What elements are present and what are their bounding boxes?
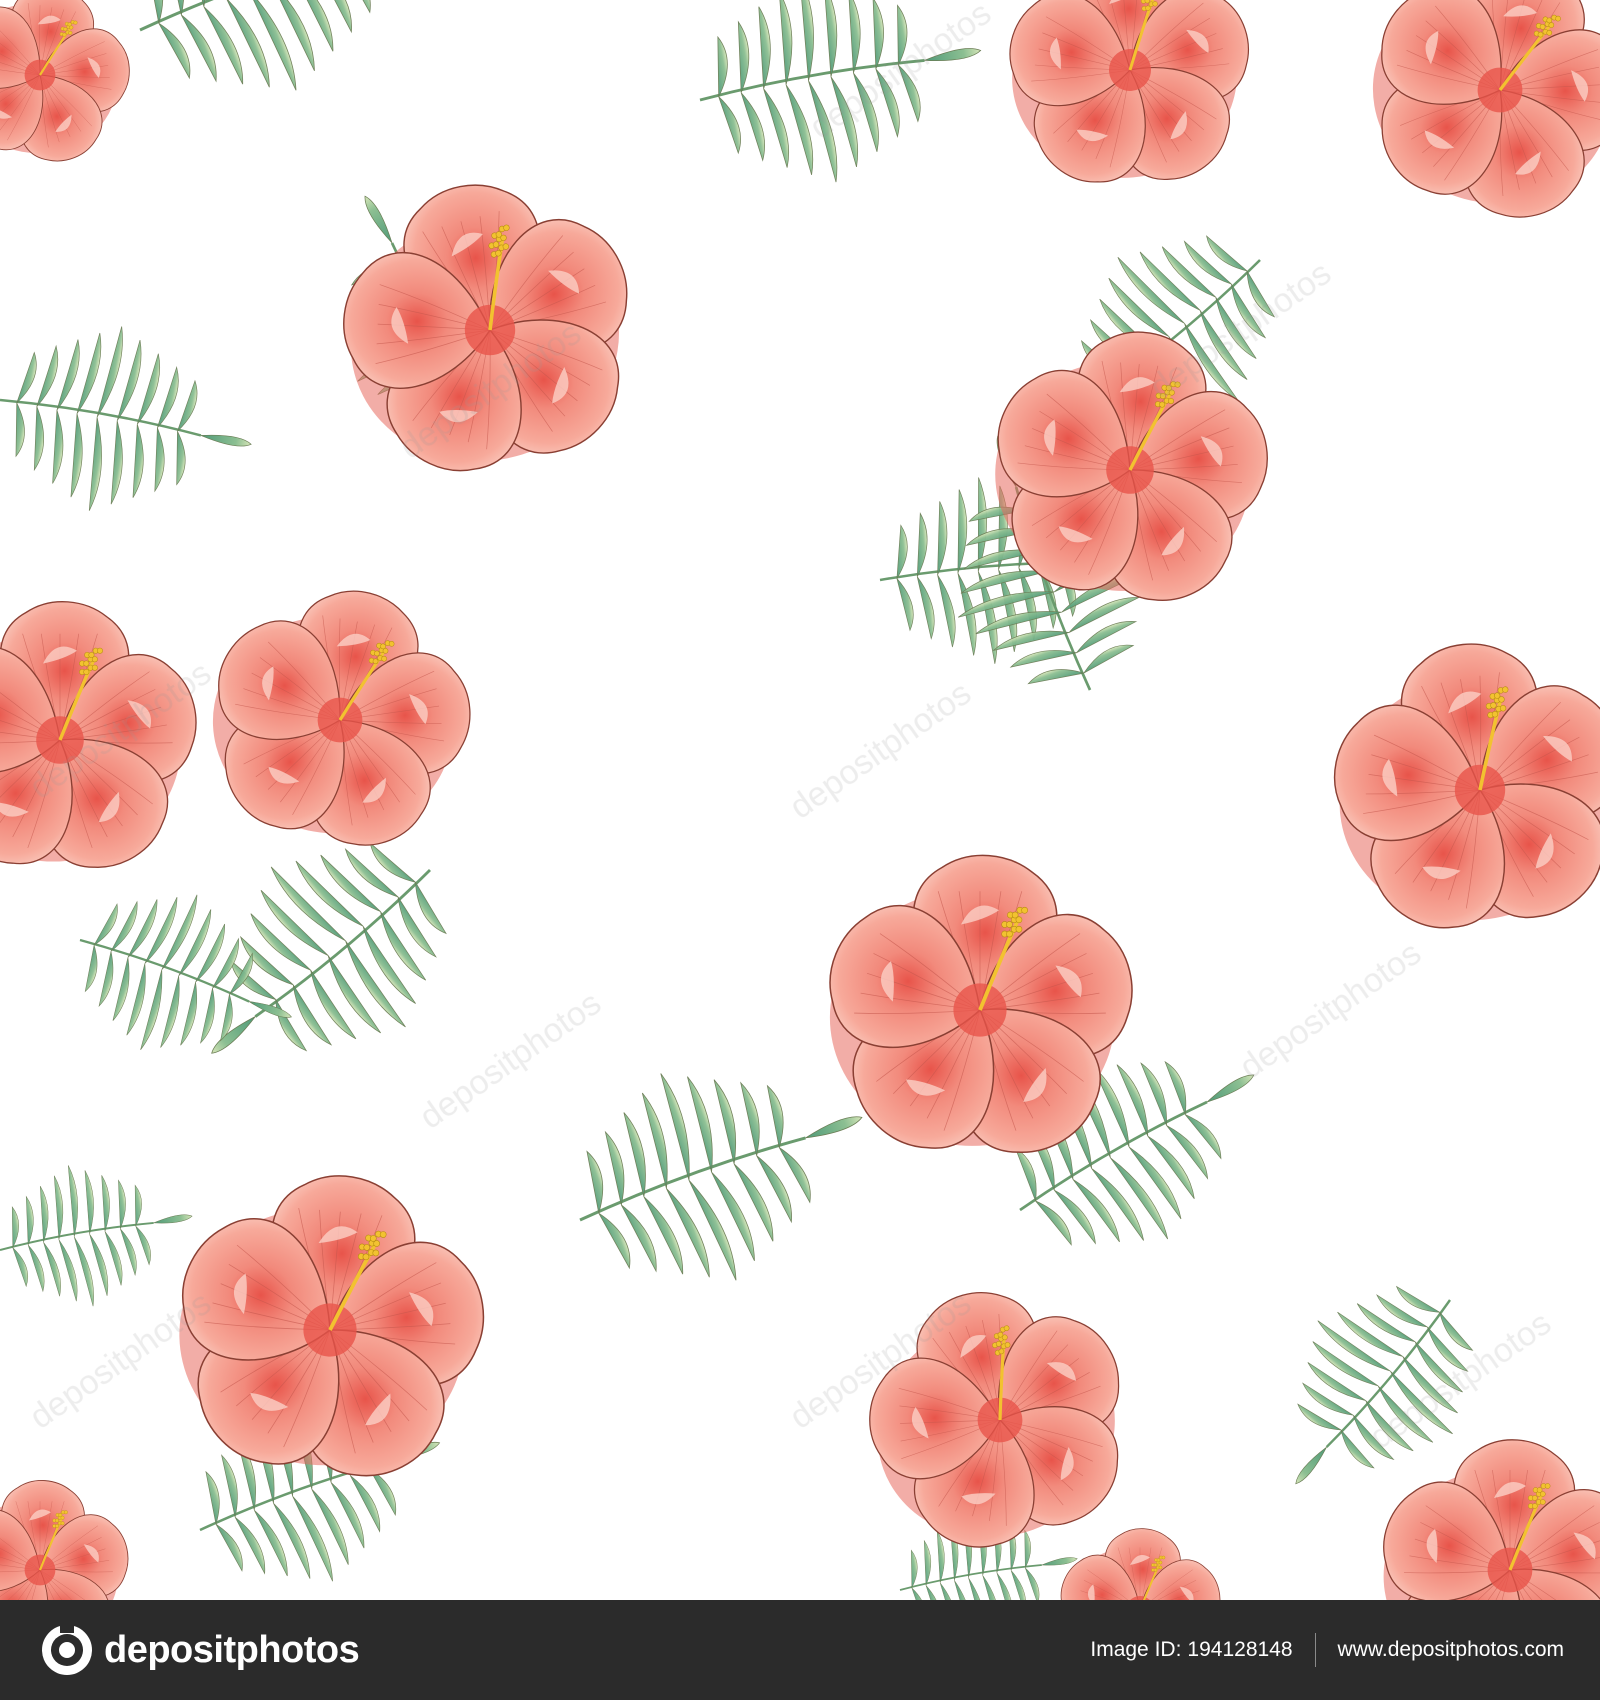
hibiscus-flower (0, 0, 130, 162)
hibiscus-flower (343, 184, 628, 472)
watermark-label: depositphotos (783, 674, 978, 827)
stock-image-page: depositphotos depositphotos depositphotos d… (0, 0, 1600, 1700)
image-id-value: 194128148 (1187, 1638, 1293, 1661)
pattern-artwork: depositphotos depositphotos depositphotos d… (0, 0, 1600, 1600)
hibiscus-flower (1009, 0, 1249, 183)
hibiscus-flower (1333, 643, 1600, 929)
hibiscus-flower (1060, 1528, 1221, 1600)
hibiscus-flower (995, 331, 1268, 601)
hibiscus-flower (0, 1480, 129, 1600)
palm-leaf (0, 326, 252, 511)
image-id-label: Image ID: (1090, 1638, 1182, 1661)
palm-leaf (139, 0, 371, 91)
hibiscus-flower (1372, 0, 1600, 218)
hibiscus-flower (212, 590, 471, 846)
hibiscus-pattern: depositphotos depositphotos depositphotos d… (0, 0, 1600, 1600)
brand[interactable]: depositphotos (40, 1623, 360, 1677)
palm-leaf (0, 1165, 193, 1307)
stock-footer-bar: depositphotos Image ID: 194128148 www.de… (0, 1600, 1600, 1700)
depositphotos-logo-icon (42, 1623, 92, 1675)
image-meta: Image ID: 194128148 www.depositphotos.co… (1090, 1633, 1564, 1667)
watermark-label: depositphotos (413, 984, 608, 1137)
watermark-label: depositphotos (1233, 934, 1428, 1087)
palm-leaf (211, 842, 447, 1054)
hibiscus-flower (1383, 1439, 1600, 1600)
site-url-link[interactable]: www.depositphotos.com (1338, 1638, 1564, 1662)
brand-name: depositphotos (104, 1628, 360, 1671)
hibiscus-flower (179, 1175, 485, 1477)
watermark-label: depositphotos (1143, 254, 1338, 407)
meta-divider (1314, 1633, 1316, 1667)
